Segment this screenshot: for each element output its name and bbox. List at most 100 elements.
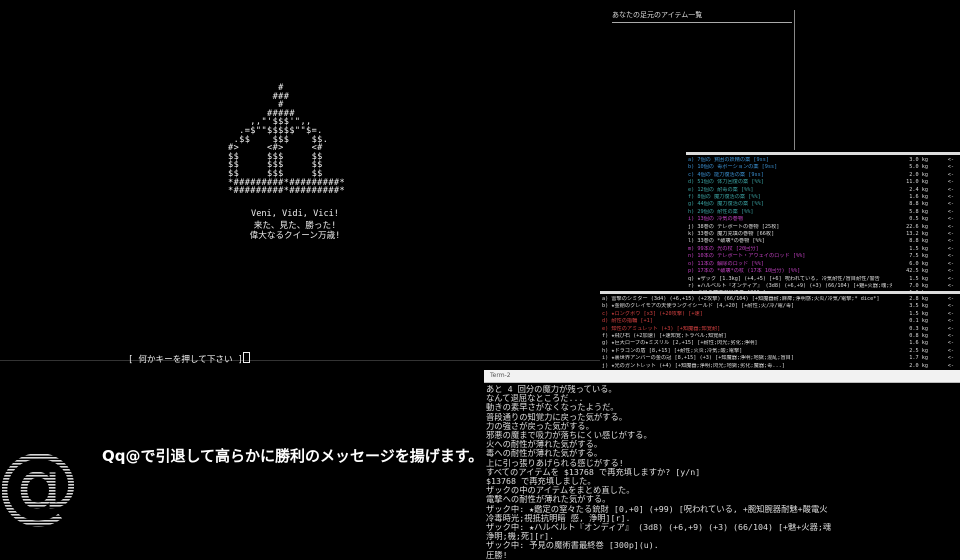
item-row[interactable]: h) ★ドラゴンの盾 [8,+15] [+耐性;火炎;冷気;酸;電撃] 2.5 k… bbox=[602, 348, 954, 355]
item-name: b) 10個の 毒ポーションの薬 [9ss] bbox=[688, 164, 778, 171]
item-row[interactable]: c) ★ロングボウ [x3] (+20攻撃) [+速] 1.5 kg <- bbox=[602, 311, 954, 318]
item-row[interactable]: b) 10個の 毒ポーションの薬 [9ss] 5.0 kg <- bbox=[688, 164, 954, 171]
item-arrow: <- bbox=[947, 253, 954, 260]
item-row[interactable]: e) 知性のアミュレット (+3) [+知魔器;知覚耐] 0.3 kg <- bbox=[602, 326, 954, 333]
log-line: ザック中: 予見の魔術書最終巻 [300p](u). bbox=[486, 541, 659, 551]
item-arrow: <- bbox=[947, 157, 954, 163]
item-row[interactable]: i) 13個の 冷気の巻物 0.5 kg <- bbox=[688, 216, 954, 223]
item-name: n) 10本の テレポート・アウェイのロッド [%%] bbox=[688, 253, 806, 260]
item-weight: 0.3 kg bbox=[909, 325, 928, 332]
item-arrow: <- bbox=[947, 355, 954, 362]
item-name: i) ★裏世界アンバーの金の冠 [8,+15] (+3) [+知魔器;浄明;地獄… bbox=[602, 355, 794, 362]
item-row[interactable]: f) 8個の 魔力復活の薬 [%%] 1.6 kg <- bbox=[688, 194, 954, 201]
item-row[interactable]: e) 12個の 耐毒の薬 [%%] 2.4 kg <- bbox=[688, 187, 954, 194]
log-line: 毒への耐性が薄れた気がする。 bbox=[486, 449, 603, 459]
item-weight: 0.8 kg bbox=[909, 333, 928, 340]
item-row[interactable]: p) 17本の *破壊*の杖 (17本 10回分) [%%] 42.5 kg <- bbox=[688, 268, 954, 275]
text-cursor bbox=[242, 352, 250, 363]
victory-latin: Veni, Vidi, Vici! bbox=[251, 209, 339, 219]
item-row[interactable]: l) 33巻の *破壊*の巻物 [%%] 8.8 kg <- bbox=[688, 238, 954, 245]
log-line: ザック中: ★鑑定の窒々たる銃財 [0,+0] (+99) [呪われている, +… bbox=[486, 504, 828, 514]
log-line: あと 4 回分の魔力が残っている。 bbox=[486, 385, 617, 394]
item-row[interactable]: a) 雷撃のシミター (3d4) (+6,+15) (+2攻撃) (66/104… bbox=[602, 296, 954, 303]
item-weight: 6.0 kg bbox=[909, 260, 928, 267]
item-arrow: <- bbox=[947, 216, 954, 223]
item-weight: 11.0 kg bbox=[906, 179, 928, 186]
log-line: 上に引っ張りあげられる感じがする! bbox=[486, 458, 624, 468]
item-weight: 3.5 kg bbox=[909, 303, 928, 310]
item-arrow: <- bbox=[947, 186, 954, 193]
item-row[interactable]: b) ★金剛のクレイモアの天使ラングイシールド [4,+20] [+耐性;火/冷… bbox=[602, 303, 954, 310]
log-line: ザックの中のアイテムをまとめ直した。 bbox=[486, 486, 635, 496]
item-arrow: <- bbox=[947, 310, 954, 317]
item-weight: 1.7 kg bbox=[909, 355, 928, 362]
log-line: 圧勝! bbox=[486, 550, 508, 560]
item-name: a) 7個の 貧困の妖精の薬 [9ss] bbox=[688, 157, 770, 163]
item-row[interactable]: d) 耐性の指輪 [+1] 0.1 kg <- bbox=[602, 318, 954, 325]
item-weight: 2.5 kg bbox=[909, 347, 928, 354]
item-name: e) 知性のアミュレット (+3) [+知魔器;知覚耐] bbox=[602, 325, 721, 332]
item-row[interactable]: d) 51個の 体力回復の薬 [%%] 11.0 kg <- bbox=[688, 179, 954, 186]
item-row[interactable]: q) ★ザック [1.3kg] (+4,+5) [+6] 呪われている, 冷気耐… bbox=[688, 276, 954, 283]
log-line: 普段通りの知覚力に戻った気がする。 bbox=[486, 412, 628, 422]
at-sign-icon: @ bbox=[2, 442, 74, 528]
term2-titlebar[interactable]: Term-2 bbox=[484, 370, 960, 383]
item-row[interactable]: o) 11本の 解除のロッド [%%] 6.0 kg <- bbox=[688, 261, 954, 268]
item-row[interactable]: j) 38巻の テレポートの巻物 [25枚] 22.6 kg <- bbox=[688, 224, 954, 231]
item-weight: 2.8 kg bbox=[909, 296, 928, 302]
item-weight: 2.4 kg bbox=[909, 186, 928, 193]
item-name: e) 12個の 耐毒の薬 [%%] bbox=[688, 186, 754, 193]
floor-items-window: あなたの足元のアイテム一覧 bbox=[612, 10, 795, 150]
main-terminal: # ### # ##### ,,"'$$$'",, .=$""$$$$$""$=… bbox=[0, 0, 690, 365]
log-line: ザック中: ★ハルベルト『オンディア』 (3d8) (+6,+9) (+3) (… bbox=[486, 523, 832, 533]
item-row[interactable]: c) 4個の 能力復活の薬 [9ss] 2.0 kg <- bbox=[688, 172, 954, 179]
item-name: p) 17本の *破壊*の杖 (17本 10回分) [%%] bbox=[688, 268, 801, 275]
item-name: o) 11本の 解除のロッド [%%] bbox=[688, 260, 764, 267]
item-weight: 8.8 kg bbox=[909, 238, 928, 245]
item-row[interactable]: m) 99本の 光の杖 [20回分] 1.5 kg <- bbox=[688, 246, 954, 253]
term2-window: Term-2 あと 4 回分の魔力が残っている。 なんて退屈なところだ... 動きの… bbox=[484, 370, 960, 559]
item-arrow: <- bbox=[947, 282, 954, 289]
item-name: h) ★ドラゴンの盾 [8,+15] [+耐性;火炎;冷気;酸;電撃] bbox=[602, 347, 743, 354]
item-arrow: <- bbox=[947, 303, 954, 310]
item-weight: 2.0 kg bbox=[909, 171, 928, 178]
item-row[interactable]: k) 33巻の 魔力充填の巻物 [66枚] 13.2 kg <- bbox=[688, 231, 954, 238]
item-name: m) 99本の 光の杖 [20回分] bbox=[688, 245, 759, 252]
item-weight: 1.5 kg bbox=[909, 275, 928, 282]
item-row[interactable]: n) 10本の テレポート・アウェイのロッド [%%] 7.5 kg <- bbox=[688, 253, 954, 260]
item-name: l) 33巻の *破壊*の巻物 [%%] bbox=[688, 238, 765, 245]
item-weight: 42.5 kg bbox=[906, 268, 928, 275]
item-arrow: <- bbox=[947, 223, 954, 230]
floor-items-title: あなたの足元のアイテム一覧 bbox=[612, 10, 792, 23]
item-weight: 1.6 kg bbox=[909, 340, 928, 347]
item-name: f) 8個の 魔力復活の薬 [%%] bbox=[688, 194, 761, 201]
item-row[interactable]: g) ★巨大ローブの★ミスリル [2,+15] [+耐性;閃光;劣化;浄明] 1.… bbox=[602, 340, 954, 347]
item-row[interactable]: i) ★裏世界アンバーの金の冠 [8,+15] (+3) [+知魔器;浄明;地獄… bbox=[602, 355, 954, 362]
item-name: j) ★光のガントレット (+4) [+知魔器;浄明;閃光;地獄;劣化;魔器;毒… bbox=[602, 362, 785, 369]
message-log: あと 4 回分の魔力が残っている。 なんて退屈なところだ... 動きの素早さがなくな… bbox=[484, 383, 960, 560]
press-any-key-prompt[interactable]: [ 何かキーを押して下さい ] bbox=[128, 352, 250, 365]
log-line: 電撃への耐性が薄れた気がする。 bbox=[486, 495, 611, 505]
item-arrow: <- bbox=[947, 201, 954, 208]
item-weight: 0.1 kg bbox=[909, 318, 928, 325]
victory-long-live: 偉大なるクイーン万歳! bbox=[249, 231, 341, 241]
item-row[interactable]: j) ★光のガントレット (+4) [+知魔器;浄明;閃光;地獄;劣化;魔器;毒… bbox=[602, 363, 954, 370]
item-weight: 8.8 kg bbox=[909, 201, 928, 208]
item-arrow: <- bbox=[947, 194, 954, 201]
video-caption: Qq@で引退して高らかに勝利のメッセージを揚げます。 bbox=[102, 447, 484, 465]
item-row[interactable]: g) 44個の 魔力復活の薬 [%%] 8.8 kg <- bbox=[688, 201, 954, 208]
item-name: r) ★ハルベルト『オンディア』 (3d8) (+6,+9) (+3) (66/… bbox=[688, 282, 892, 289]
item-row[interactable]: f) ★飛び石 (+2加速) [+速知覚;トラベル;知覚耐] 0.8 kg <- bbox=[602, 333, 954, 340]
item-name: c) 4個の 能力復活の薬 [9ss] bbox=[688, 171, 764, 178]
item-weight: 2.0 kg bbox=[909, 362, 928, 369]
item-row[interactable]: a) 7個の 貧困の妖精の薬 [9ss] 3.0 kg <- bbox=[688, 157, 954, 164]
item-weight: 7.0 kg bbox=[909, 282, 928, 289]
item-arrow: <- bbox=[947, 333, 954, 340]
crown-ascii-art: # ### # ##### ,,"'$$$'",, .=$""$$$$$""$=… bbox=[228, 83, 346, 197]
item-arrow: <- bbox=[947, 347, 954, 354]
item-arrow: <- bbox=[947, 260, 954, 267]
item-row[interactable]: r) ★ハルベルト『オンディア』 (3d8) (+6,+9) (+3) (66/… bbox=[688, 283, 954, 290]
item-name: j) 38巻の テレポートの巻物 [25枚] bbox=[688, 223, 780, 230]
item-row[interactable]: h) 29個の 耐性の薬 [%%] 5.8 kg <- bbox=[688, 209, 954, 216]
item-arrow: <- bbox=[947, 340, 954, 347]
